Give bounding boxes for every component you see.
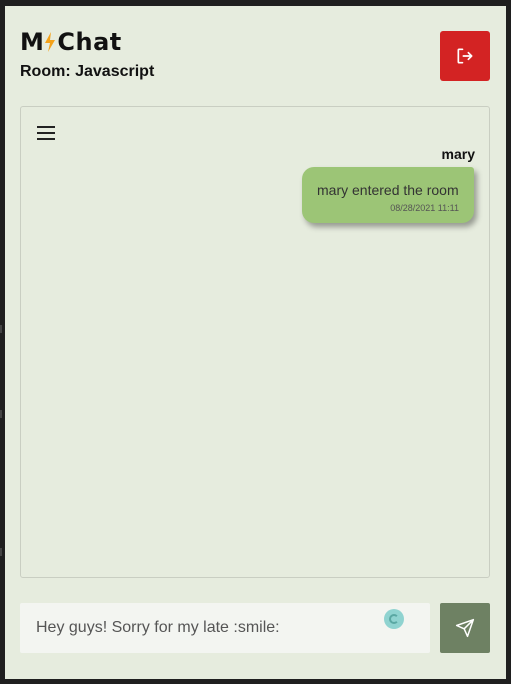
hamburger-menu-icon	[37, 126, 55, 140]
menu-button[interactable]	[36, 124, 56, 142]
emoji-icon[interactable]	[384, 609, 404, 629]
send-icon	[455, 618, 475, 638]
edge-mark	[0, 548, 2, 556]
message-bubble: mary entered the room 08/28/2021 11:11	[302, 167, 474, 223]
message-sender: mary	[441, 146, 475, 162]
edge-mark	[0, 410, 2, 418]
messages-panel: mary mary entered the room 08/28/2021 11…	[20, 106, 490, 578]
message-input[interactable]	[20, 603, 430, 653]
logout-icon	[457, 48, 473, 64]
app-logo: M Chat	[20, 28, 122, 56]
edge-mark	[0, 325, 2, 333]
logout-button[interactable]	[440, 31, 490, 81]
message-text: mary entered the room	[317, 182, 459, 198]
send-button[interactable]	[440, 603, 490, 653]
message-composer	[20, 603, 430, 653]
room-title: Room: Javascript	[20, 63, 155, 80]
logo-letter: M	[20, 28, 45, 56]
message-timestamp: 08/28/2021 11:11	[390, 203, 459, 213]
lightning-icon	[45, 32, 56, 52]
chat-app: M Chat Room: Javascript mary mary entere…	[5, 6, 506, 679]
logo-word: Chat	[57, 28, 122, 56]
